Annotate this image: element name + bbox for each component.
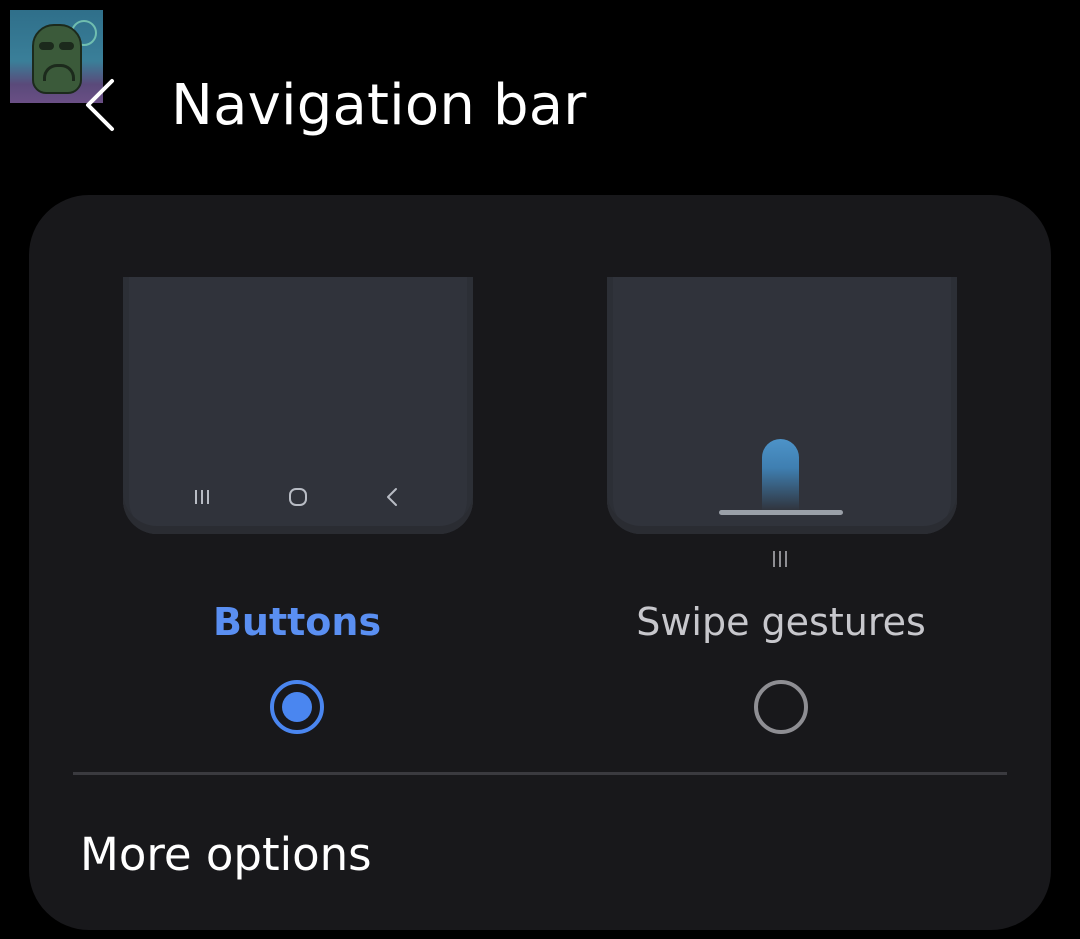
recents-icon: [765, 547, 795, 571]
more-options-item[interactable]: More options: [80, 825, 372, 885]
recents-icon: [187, 480, 217, 514]
swipe-preview: [607, 277, 957, 534]
avatar-eye-left: [39, 42, 54, 50]
avatar-eye-right: [59, 42, 74, 50]
home-icon: [283, 480, 313, 514]
navigation-type-card: Buttons Swipe gestures More options: [29, 195, 1051, 930]
back-icon: [377, 480, 407, 514]
back-button[interactable]: [70, 70, 130, 140]
radio-buttons-selected[interactable]: [269, 679, 325, 735]
option-swipe-gestures[interactable]: Swipe gestures: [605, 277, 957, 757]
divider: [73, 772, 1007, 775]
swipe-gesture-indicator: [762, 439, 799, 511]
option-buttons[interactable]: Buttons: [121, 277, 473, 757]
option-label-buttons: Buttons: [212, 600, 382, 644]
radio-swipe-gestures[interactable]: [753, 679, 809, 735]
gesture-handle-bar: [719, 510, 843, 515]
preview-nav-icons: [123, 480, 473, 514]
chevron-left-icon: [86, 79, 114, 131]
buttons-preview: [123, 277, 473, 534]
page-title: Navigation bar: [171, 73, 587, 138]
option-label-swipe-gestures: Swipe gestures: [636, 600, 926, 644]
